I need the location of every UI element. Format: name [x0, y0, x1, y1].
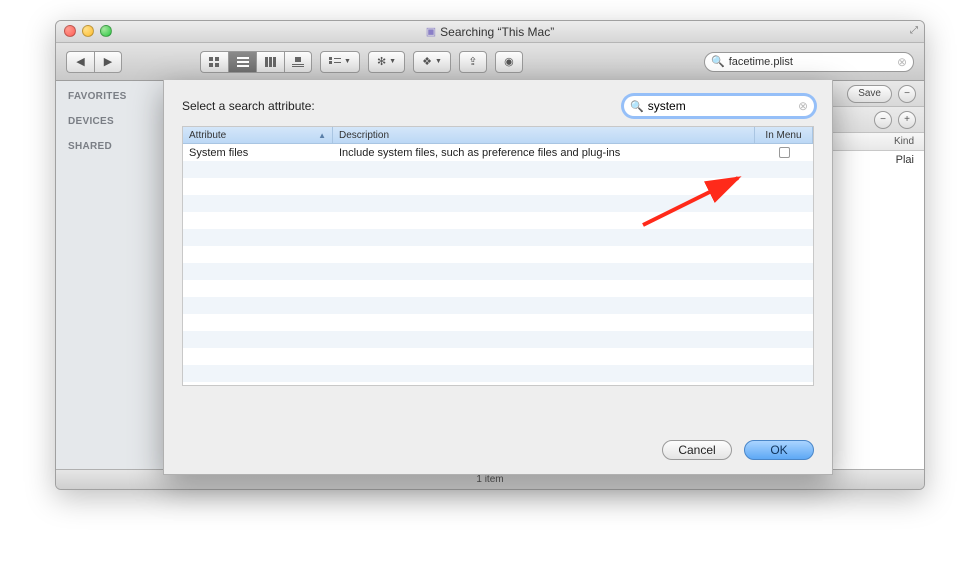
ok-button[interactable]: OK	[744, 440, 814, 460]
nav-arrows: ◀ ▶	[66, 51, 122, 73]
chevron-down-icon: ▼	[344, 58, 351, 65]
sheet-title: Select a search attribute:	[182, 99, 315, 113]
window-title: ▣ Searching “This Mac”	[426, 25, 554, 39]
table-row-empty	[183, 178, 813, 195]
add-row-button[interactable]: +	[898, 111, 916, 129]
toolbar-search-value: facetime.plist	[729, 56, 793, 68]
sort-ascending-icon: ▲	[318, 131, 326, 140]
coverflow-view-button[interactable]	[284, 51, 312, 73]
search-icon: 🔍	[630, 100, 644, 113]
share-button[interactable]: ⇪	[459, 51, 487, 73]
action-menu-button[interactable]: ✻ ▼	[368, 51, 405, 73]
clear-search-icon[interactable]: ⊗	[798, 99, 808, 113]
sheet-header: Select a search attribute: 🔍 ⊗	[164, 80, 832, 126]
item-count: 1 item	[476, 474, 503, 485]
share-icon: ⇪	[468, 55, 477, 68]
save-search-button[interactable]: Save	[847, 85, 892, 103]
table-row-empty	[183, 229, 813, 246]
table-row-empty	[183, 263, 813, 280]
list-view-button[interactable]	[228, 51, 256, 73]
fullscreen-icon[interactable]: ⤢	[910, 25, 918, 36]
close-window-button[interactable]	[64, 25, 76, 37]
sidebar-heading-devices[interactable]: DEVICES	[56, 112, 170, 137]
sidebar-heading-shared[interactable]: SHARED	[56, 137, 170, 162]
table-row-empty	[183, 246, 813, 263]
quicklook-button[interactable]: ◉	[495, 51, 523, 73]
toolbar-search-field[interactable]: 🔍 facetime.plist ⊗	[704, 52, 914, 72]
icon-view-button[interactable]	[200, 51, 228, 73]
remove-row-button[interactable]: −	[874, 111, 892, 129]
column-kind-header[interactable]: Kind	[894, 136, 914, 147]
table-row-empty	[183, 161, 813, 178]
zoom-window-button[interactable]	[100, 25, 112, 37]
view-mode-group	[200, 51, 312, 73]
chevron-down-icon: ▼	[435, 58, 442, 65]
table-row-empty	[183, 195, 813, 212]
minimize-window-button[interactable]	[82, 25, 94, 37]
toolbar: ◀ ▶ ▼ ✻ ▼ ❖ ▼	[56, 43, 924, 81]
result-kind-value: Plai	[896, 154, 914, 166]
attribute-picker-sheet: Select a search attribute: 🔍 ⊗ Attribute…	[163, 80, 833, 475]
table-row-empty	[183, 348, 813, 365]
gear-icon: ✻	[377, 55, 386, 68]
search-icon: 🔍	[711, 55, 725, 68]
attribute-table-body: System files Include system files, such …	[183, 144, 813, 382]
sheet-buttons: Cancel OK	[662, 440, 814, 460]
table-row-empty	[183, 297, 813, 314]
attribute-table-header: Attribute ▲ Description In Menu	[183, 127, 813, 144]
table-row-empty	[183, 212, 813, 229]
attribute-name: System files	[183, 147, 333, 159]
table-row-empty	[183, 331, 813, 348]
back-button[interactable]: ◀	[66, 51, 94, 73]
eye-icon: ◉	[504, 55, 514, 68]
in-menu-checkbox[interactable]	[779, 147, 790, 158]
column-view-button[interactable]	[256, 51, 284, 73]
attribute-search-field[interactable]: 🔍 ⊗	[624, 96, 814, 116]
column-description-header[interactable]: Description	[333, 127, 755, 144]
clear-search-icon[interactable]: ⊗	[897, 55, 907, 69]
dropbox-icon: ❖	[422, 55, 432, 68]
titlebar: ▣ Searching “This Mac” ⤢	[56, 21, 924, 43]
dropbox-menu-button[interactable]: ❖ ▼	[413, 51, 451, 73]
column-in-menu-header[interactable]: In Menu	[755, 127, 813, 144]
sidebar-heading-favorites[interactable]: FAVORITES	[56, 87, 170, 112]
column-attribute-header[interactable]: Attribute ▲	[183, 127, 333, 144]
table-row-empty	[183, 365, 813, 382]
remove-criteria-button[interactable]: −	[898, 85, 916, 103]
sidebar: FAVORITES DEVICES SHARED	[56, 81, 171, 469]
chevron-down-icon: ▼	[389, 58, 396, 65]
arrange-menu-button[interactable]: ▼	[320, 51, 360, 73]
cancel-button[interactable]: Cancel	[662, 440, 732, 460]
attribute-table: Attribute ▲ Description In Menu System f…	[182, 126, 814, 386]
window-title-text: Searching “This Mac”	[440, 25, 554, 39]
table-row-empty	[183, 314, 813, 331]
traffic-lights	[64, 25, 112, 37]
attribute-description: Include system files, such as preference…	[333, 147, 755, 159]
forward-button[interactable]: ▶	[94, 51, 122, 73]
attribute-search-input[interactable]	[648, 99, 798, 113]
folder-icon: ▣	[426, 25, 436, 38]
attribute-row[interactable]: System files Include system files, such …	[183, 144, 813, 161]
table-row-empty	[183, 280, 813, 297]
